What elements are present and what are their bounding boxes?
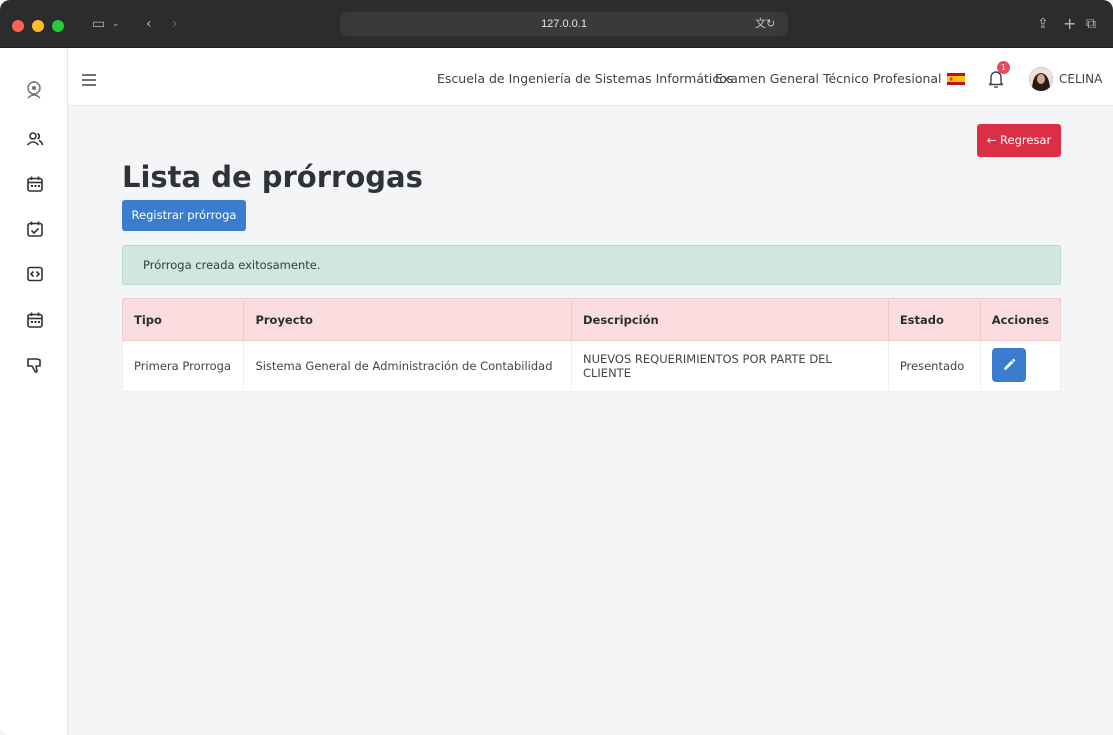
- calendar-icon[interactable]: [26, 175, 44, 193]
- menu-toggle-icon[interactable]: [82, 74, 96, 86]
- cell-estado: Presentado: [887, 340, 981, 392]
- close-window-button[interactable]: [12, 20, 24, 32]
- column-header-estado: Estado: [887, 298, 981, 341]
- new-tab-icon[interactable]: +: [1063, 14, 1076, 34]
- sidebar: [0, 48, 68, 735]
- cell-acciones: [979, 340, 1062, 392]
- notification-badge: 1: [997, 61, 1010, 74]
- page-title: Lista de prórrogas: [122, 160, 423, 194]
- cell-tipo: Primera Prorroga: [121, 340, 245, 392]
- register-extension-button[interactable]: Registrar prórroga: [122, 200, 246, 231]
- users-icon[interactable]: [26, 130, 44, 148]
- logo-icon[interactable]: [24, 80, 44, 100]
- tabs-overview-icon[interactable]: ⧉: [1086, 14, 1096, 34]
- share-icon[interactable]: ⇪: [1037, 14, 1049, 34]
- column-header-proyecto: Proyecto: [243, 298, 572, 341]
- pencil-icon: [1003, 358, 1015, 370]
- calendar-icon[interactable]: [26, 311, 44, 329]
- chevron-down-icon[interactable]: ⌄: [112, 14, 120, 34]
- column-header-tipo: Tipo: [121, 298, 245, 341]
- avatar[interactable]: [1029, 67, 1053, 91]
- calendar-check-icon[interactable]: [26, 220, 44, 238]
- browser-window: ▭ ⌄ ‹ › 127.0.0.1 文↻ ⇪ + ⧉ Escuela de In…: [0, 0, 1113, 735]
- column-header-acciones: Acciones: [979, 298, 1062, 341]
- table-header-row: Tipo Proyecto Descripción Estado Accione…: [121, 298, 1062, 341]
- cell-descripcion: NUEVOS REQUERIMIENTOS POR PARTE DEL CLIE…: [570, 340, 889, 392]
- thumbs-down-icon[interactable]: [26, 356, 44, 374]
- minimize-window-button[interactable]: [32, 20, 44, 32]
- spain-flag-icon[interactable]: [947, 73, 965, 85]
- code-icon[interactable]: [26, 265, 44, 283]
- back-arrow-icon[interactable]: ‹: [146, 14, 152, 34]
- sidebar-toggle-icon[interactable]: ▭: [92, 14, 105, 34]
- back-button[interactable]: ← Regresar: [977, 124, 1061, 157]
- success-alert: Prórroga creada exitosamente.: [122, 245, 1061, 285]
- user-name[interactable]: CELINA: [1059, 72, 1102, 86]
- extensions-table: Tipo Proyecto Descripción Estado Accione…: [121, 298, 1062, 392]
- nav-link-school[interactable]: Escuela de Ingeniería de Sistemas Inform…: [437, 71, 733, 86]
- translate-icon[interactable]: 文↻: [755, 12, 775, 36]
- browser-toolbar: ▭ ⌄ ‹ › 127.0.0.1 文↻ ⇪ + ⧉: [0, 0, 1113, 48]
- address-bar[interactable]: 127.0.0.1: [340, 12, 788, 36]
- maximize-window-button[interactable]: [52, 20, 64, 32]
- nav-link-exam[interactable]: Examen General Técnico Profesional: [715, 71, 942, 86]
- edit-button[interactable]: [991, 347, 1026, 382]
- top-navbar: Escuela de Ingeniería de Sistemas Inform…: [68, 48, 1113, 106]
- table-row: Primera Prorroga Sistema General de Admi…: [121, 340, 1062, 392]
- cell-proyecto: Sistema General de Administración de Con…: [243, 340, 572, 392]
- column-header-descripcion: Descripción: [570, 298, 889, 341]
- forward-arrow-icon[interactable]: ›: [172, 14, 178, 34]
